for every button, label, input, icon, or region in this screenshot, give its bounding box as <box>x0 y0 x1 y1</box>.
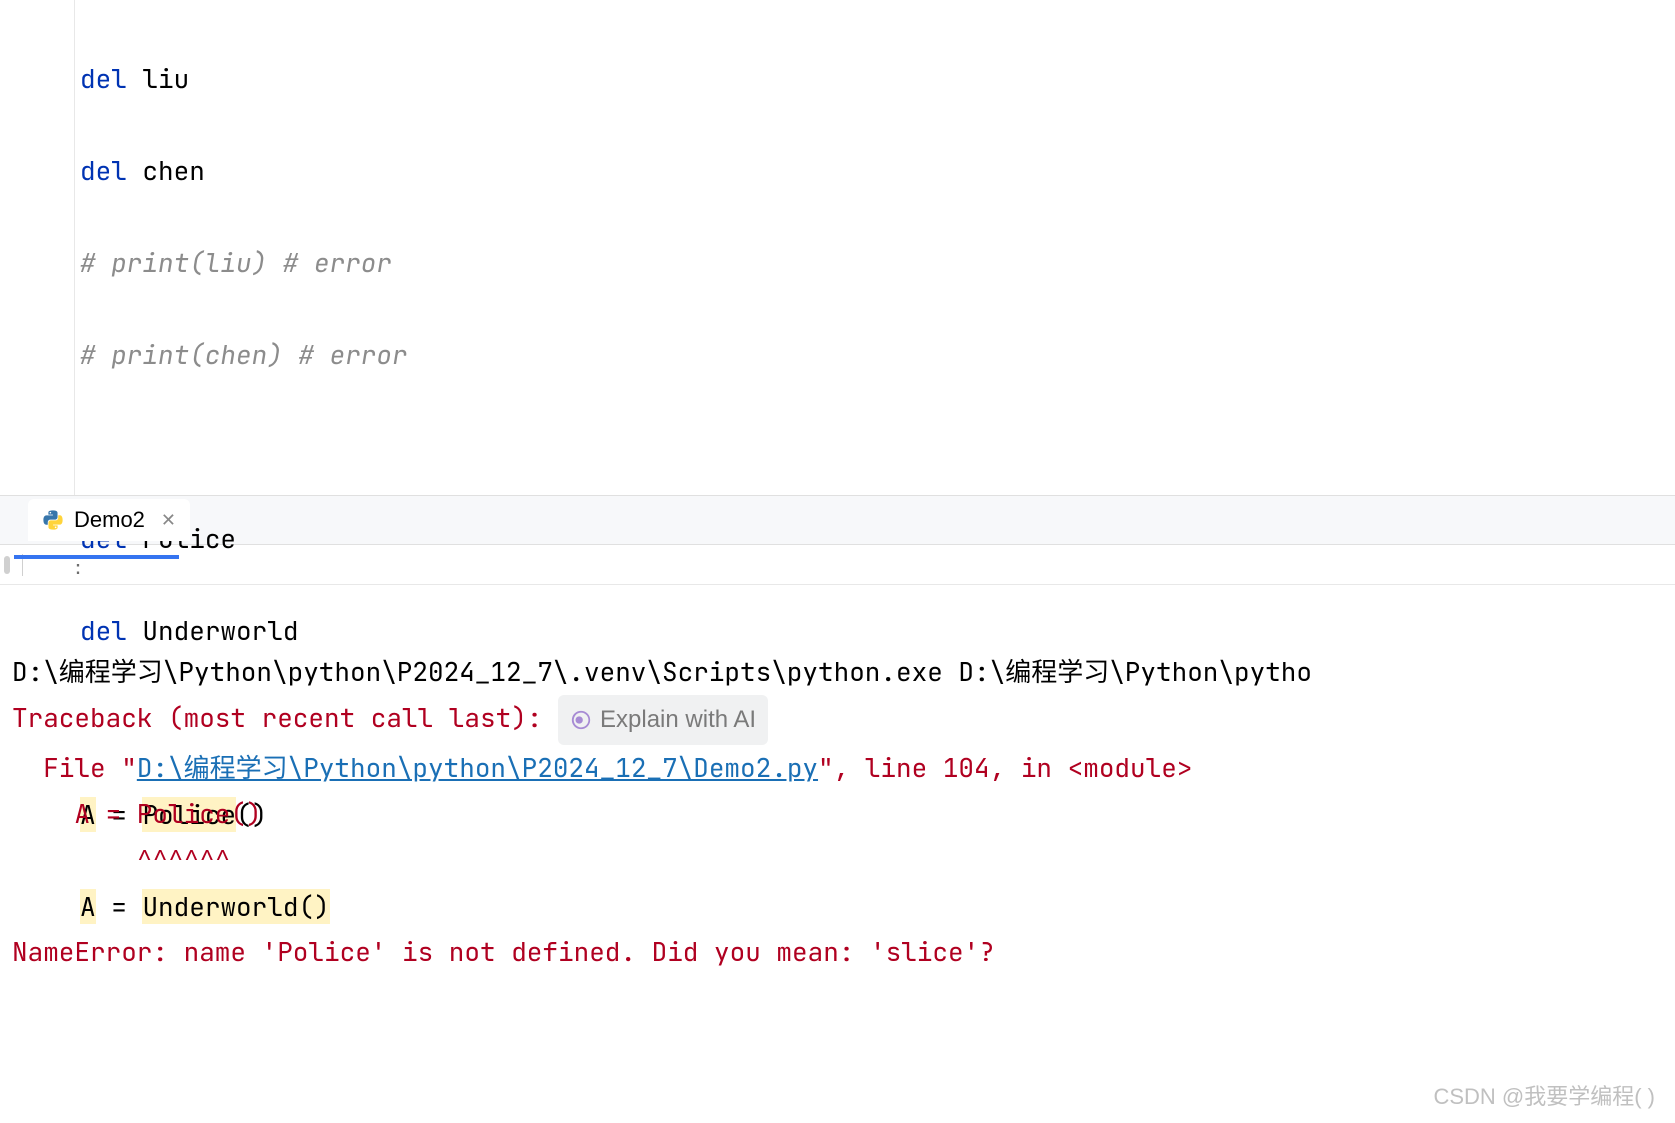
code-line: del Police <box>80 516 1670 562</box>
ai-icon <box>570 709 592 731</box>
code-line: del chen <box>80 148 1670 194</box>
console-command: D:\编程学习\Python\python\P2024_12_7\.venv\S… <box>12 654 1312 689</box>
traceback-code: A = Police() <box>12 796 262 831</box>
identifier: liu <box>142 61 189 96</box>
code-line: del liu <box>80 56 1670 102</box>
class-name: Underworld <box>142 889 298 924</box>
error-message: NameError: name 'Police' is not defined.… <box>12 934 995 969</box>
close-icon[interactable]: ✕ <box>161 510 176 531</box>
tab-demo2[interactable]: Demo2 ✕ <box>28 499 190 541</box>
tab-label: Demo2 <box>74 507 145 533</box>
code-content[interactable]: del liu del chen # print(liu) # error # … <box>75 0 1675 495</box>
traceback-carets: ^^^^^^ <box>12 842 230 877</box>
scroll-handle[interactable] <box>4 556 10 574</box>
identifier: Underworld <box>142 613 298 648</box>
code-line: del Underworld <box>80 608 1670 654</box>
tab-active-indicator <box>14 555 179 559</box>
comment: # print(chen) # error <box>80 337 408 372</box>
code-line: # print(liu) # error <box>80 240 1670 286</box>
code-line-empty <box>80 424 1670 470</box>
keyword-del: del <box>80 153 127 188</box>
traceback-file: File "D:\编程学习\Python\python\P2024_12_7\D… <box>12 750 1192 785</box>
watermark: CSDN @我要学编程( ) <box>1433 1079 1655 1111</box>
explain-with-ai-button[interactable]: Explain with AI <box>558 695 768 745</box>
file-prefix: File " <box>12 750 137 785</box>
traceback-header: Traceback (most recent call last): <box>12 700 542 735</box>
parens: () <box>298 889 329 924</box>
python-icon <box>42 509 64 531</box>
operator-assign: = <box>111 889 127 924</box>
ai-label: Explain with AI <box>600 697 756 743</box>
file-link[interactable]: D:\编程学习\Python\python\P2024_12_7\Demo2.p… <box>137 750 818 785</box>
file-suffix: ", line 104, in <module> <box>818 750 1192 785</box>
keyword-del: del <box>80 613 127 648</box>
variable-a: A <box>80 889 96 924</box>
comment: # print(liu) # error <box>80 245 392 280</box>
code-line: # print(chen) # error <box>80 332 1670 378</box>
line-gutter <box>0 0 75 495</box>
keyword-del: del <box>80 61 127 96</box>
code-line: A = Underworld() <box>80 884 1670 930</box>
identifier: chen <box>142 153 204 188</box>
code-editor[interactable]: del liu del chen # print(liu) # error # … <box>0 0 1675 495</box>
code-line: A = Police() <box>80 792 1670 838</box>
